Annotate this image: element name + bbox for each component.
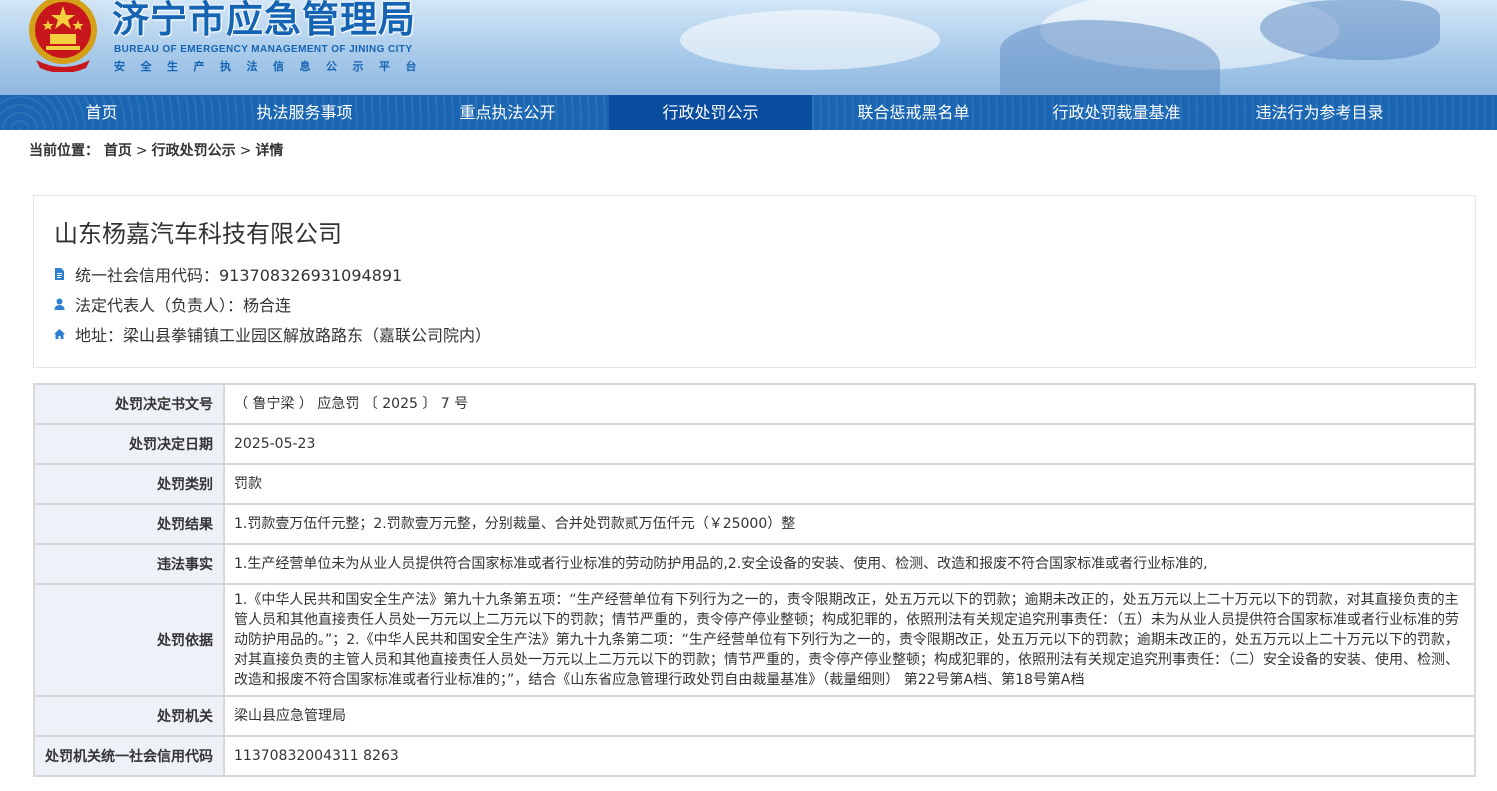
row-value: 1.《中华人民共和国安全生产法》第九十九条第五项：“生产经营单位有下列行为之一的… <box>223 583 1476 697</box>
row-value: 2025-05-23 <box>223 423 1476 465</box>
company-name: 山东杨嘉汽车科技有限公司 <box>54 220 342 248</box>
user-icon <box>54 298 65 310</box>
row-value: 梁山县应急管理局 <box>223 695 1476 737</box>
row-label: 处罚依据 <box>33 583 225 697</box>
row-label: 处罚机关统一社会信用代码 <box>33 735 225 777</box>
document-icon <box>55 268 64 280</box>
company-card: 山东杨嘉汽车科技有限公司 统一社会信用代码：913708326931094891… <box>33 195 1476 368</box>
table-row: 处罚依据 1.《中华人民共和国安全生产法》第九十九条第五项：“生产经营单位有下列… <box>33 583 1476 697</box>
nav-item-enforcement-services[interactable]: 执法服务事项 <box>203 95 406 130</box>
nav-item-discretion-standard[interactable]: 行政处罚裁量基准 <box>1015 95 1218 130</box>
breadcrumb-home[interactable]: 首页 <box>104 143 132 159</box>
credit-code-row: 统一社会信用代码：913708326931094891 <box>54 262 402 286</box>
table-row: 处罚机关统一社会信用代码 11370832004311 8263 <box>33 735 1476 777</box>
legal-rep-text: 法定代表人（负责人）：杨合连 <box>75 296 292 315</box>
credit-code-text: 统一社会信用代码：913708326931094891 <box>75 266 403 285</box>
breadcrumb-prefix: 当前位置： <box>29 143 99 159</box>
breadcrumb-separator: > <box>239 143 252 159</box>
table-row: 处罚机关 梁山县应急管理局 <box>33 695 1476 737</box>
breadcrumb-penalty-disclosure[interactable]: 行政处罚公示 <box>152 143 236 159</box>
row-label: 处罚类别 <box>33 463 225 505</box>
table-row: 违法事实 1.生产经营单位未为从业人员提供符合国家标准或者行业标准的劳动防护用品… <box>33 543 1476 585</box>
address-row: 地址：梁山县拳铺镇工业园区解放路路东（嘉联公司院内） <box>54 322 491 346</box>
row-label: 处罚机关 <box>33 695 225 737</box>
row-label: 处罚决定日期 <box>33 423 225 465</box>
table-row: 处罚决定书文号 （ 鲁宁梁 ） 应急罚 〔 2025 〕 7 号 <box>33 383 1476 425</box>
breadcrumb-separator: > <box>135 143 148 159</box>
row-value: 罚款 <box>223 463 1476 505</box>
nav-item-key-enforcement[interactable]: 重点执法公开 <box>406 95 609 130</box>
header-banner: 济宁市应急管理局 BUREAU OF EMERGENCY MANAGEMENT … <box>0 0 1497 95</box>
nav-item-home[interactable]: 首页 <box>0 95 203 130</box>
row-label: 处罚结果 <box>33 503 225 545</box>
row-label: 处罚决定书文号 <box>33 383 225 425</box>
row-value: （ 鲁宁梁 ） 应急罚 〔 2025 〕 7 号 <box>223 383 1476 425</box>
address-text: 地址：梁山县拳铺镇工业园区解放路路东（嘉联公司院内） <box>75 326 492 345</box>
nav-item-blacklist[interactable]: 联合惩戒黑名单 <box>812 95 1015 130</box>
table-row: 处罚结果 1.罚款壹万伍仟元整；2.罚款壹万元整，分别裁量、合并处罚款贰万伍仟元… <box>33 503 1476 545</box>
site-subtitle-cn: 安全生产执法信息公示平台 <box>114 60 432 73</box>
site-title: 济宁市应急管理局 <box>112 0 416 41</box>
nav-item-penalty-disclosure[interactable]: 行政处罚公示 <box>609 95 812 130</box>
row-label: 违法事实 <box>33 543 225 585</box>
legal-rep-row: 法定代表人（负责人）：杨合连 <box>54 292 291 316</box>
national-emblem-icon <box>29 0 97 72</box>
row-value: 11370832004311 8263 <box>223 735 1476 777</box>
row-value: 1.罚款壹万伍仟元整；2.罚款壹万元整，分别裁量、合并处罚款贰万伍仟元（￥250… <box>223 503 1476 545</box>
main-nav: 首页 执法服务事项 重点执法公开 行政处罚公示 联合惩戒黑名单 行政处罚裁量基准… <box>0 95 1497 130</box>
table-row: 处罚类别 罚款 <box>33 463 1476 505</box>
breadcrumb: 当前位置： 首页 > 行政处罚公示 > 详情 <box>29 140 283 160</box>
row-value: 1.生产经营单位未为从业人员提供符合国家标准或者行业标准的劳动防护用品的,2.安… <box>223 543 1476 585</box>
penalty-detail-table: 处罚决定书文号 （ 鲁宁梁 ） 应急罚 〔 2025 〕 7 号 处罚决定日期 … <box>33 383 1476 777</box>
nav-item-violation-catalog[interactable]: 违法行为参考目录 <box>1218 95 1421 130</box>
site-subtitle-en: BUREAU OF EMERGENCY MANAGEMENT OF JINING… <box>114 44 413 55</box>
breadcrumb-current: 详情 <box>255 143 284 159</box>
table-row: 处罚决定日期 2025-05-23 <box>33 423 1476 465</box>
home-icon <box>54 329 65 339</box>
banner-cloud <box>680 10 940 70</box>
